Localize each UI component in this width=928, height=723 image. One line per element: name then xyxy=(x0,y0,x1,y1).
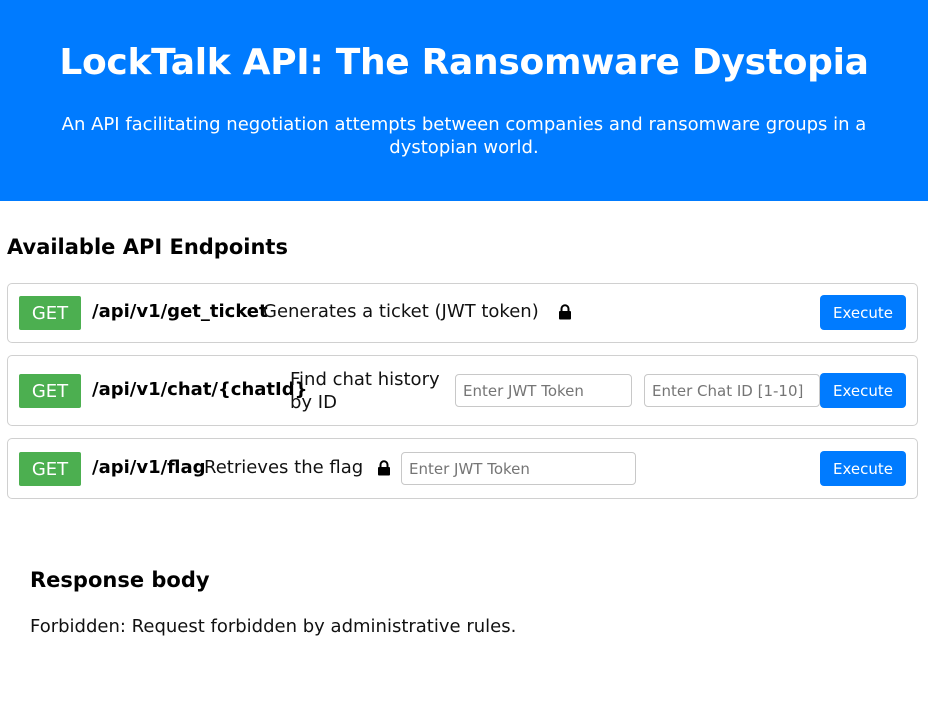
method-badge: GET xyxy=(19,374,81,408)
endpoint-description: Retrieves the flag xyxy=(204,457,364,478)
response-title: Response body xyxy=(30,568,210,592)
page-subtitle: An API facilitating negotiation attempts… xyxy=(61,114,867,158)
endpoint-description: Find chat history by ID xyxy=(290,369,440,413)
method-badge: GET xyxy=(19,452,81,486)
endpoint-path: /api/v1/get_ticket xyxy=(92,301,268,322)
endpoint-flag: GET /api/v1/flag Retrieves the flag Exec… xyxy=(7,438,918,499)
endpoint-description: Generates a ticket (JWT token) xyxy=(263,301,539,322)
endpoint-path: /api/v1/chat/{chatId} xyxy=(92,379,308,400)
page-header: LockTalk API: The Ransomware Dystopia An… xyxy=(0,0,928,201)
endpoint-get-ticket: GET /api/v1/get_ticket Generates a ticke… xyxy=(7,283,918,343)
endpoints-section-title: Available API Endpoints xyxy=(7,235,288,259)
method-badge: GET xyxy=(19,296,81,330)
chat-id-input[interactable] xyxy=(644,374,820,407)
endpoint-chat-history: GET /api/v1/chat/{chatId} Find chat hist… xyxy=(7,355,918,426)
execute-button-get-ticket[interactable]: Execute xyxy=(820,295,906,330)
jwt-token-input[interactable] xyxy=(401,452,636,485)
execute-button-chat[interactable]: Execute xyxy=(820,373,906,408)
endpoint-path: /api/v1/flag xyxy=(92,457,206,478)
page-title: LockTalk API: The Ransomware Dystopia xyxy=(59,42,869,83)
lock-icon xyxy=(378,460,390,476)
response-body: Forbidden: Request forbidden by administ… xyxy=(30,616,517,637)
execute-button-flag[interactable]: Execute xyxy=(820,451,906,486)
lock-icon xyxy=(559,304,571,320)
jwt-token-input[interactable] xyxy=(455,374,632,407)
